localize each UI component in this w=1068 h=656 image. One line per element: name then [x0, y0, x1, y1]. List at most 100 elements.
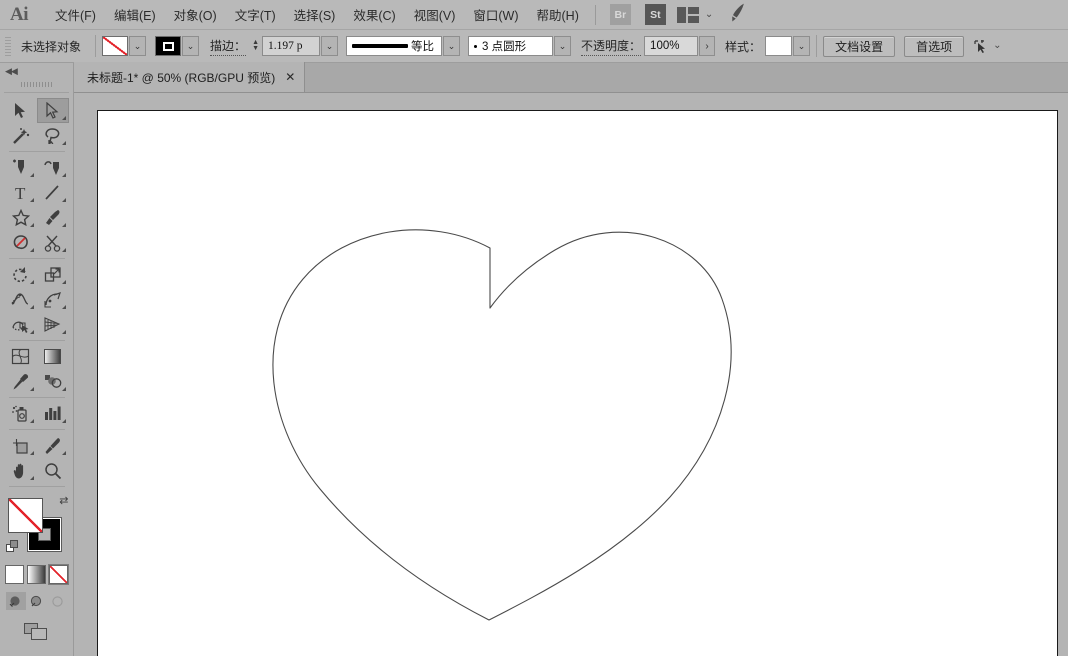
blend-tool[interactable] — [37, 369, 69, 394]
launch-icon[interactable] — [727, 2, 750, 26]
opacity-flyout-icon[interactable]: › — [699, 36, 716, 56]
color-mode-gradient[interactable] — [27, 565, 46, 584]
document-tab-title: 未标题-1* @ 50% (RGB/GPU 预览) — [87, 70, 276, 85]
cursor-menu-chevron-icon[interactable]: ⌄ — [993, 41, 1001, 51]
stroke-color-swatch[interactable] — [155, 36, 182, 56]
direct-selection-tool[interactable] — [36, 98, 69, 123]
selection-tool[interactable] — [5, 98, 37, 123]
stroke-weight-stepper[interactable]: ▲ ▼ — [249, 36, 262, 56]
width-tool[interactable] — [5, 287, 37, 312]
gradient-tool[interactable] — [37, 344, 69, 369]
symbol-sprayer-tool[interactable] — [5, 401, 37, 426]
illustrator-window: Ai 文件(F) 编辑(E) 对象(O) 文字(T) 选择(S) 效果(C) 视… — [0, 0, 1068, 656]
app-logo: Ai — [10, 3, 29, 25]
opacity-input[interactable]: 100% — [644, 36, 699, 56]
draw-normal-mode[interactable] — [5, 592, 26, 610]
profile-line-icon — [352, 44, 409, 48]
control-bar: 未选择对象 ⌄ ⌄ 描边： ▲ ▼ 1.197 p ⌄ 等比 ⌄ 3 点圆形 ⌄ … — [0, 30, 1068, 63]
stroke-dropdown-chevron-icon[interactable]: ⌄ — [182, 36, 200, 56]
perspective-grid-tool[interactable] — [37, 312, 69, 337]
menu-file[interactable]: 文件(F) — [46, 0, 105, 30]
type-tool[interactable]: T — [5, 180, 37, 205]
style-chevron-icon[interactable]: ⌄ — [793, 36, 811, 56]
color-mode-none[interactable] — [48, 564, 69, 585]
menu-type[interactable]: 文字(T) — [226, 0, 285, 30]
column-graph-tool[interactable] — [37, 401, 69, 426]
scale-tool[interactable] — [37, 262, 69, 287]
tool-grid: T — [0, 96, 73, 490]
fill-color-swatch[interactable] — [102, 36, 129, 56]
stroke-profile-chevron-icon[interactable]: ⌄ — [443, 36, 461, 56]
document-tab[interactable]: 未标题-1* @ 50% (RGB/GPU 预览) ✕ — [74, 62, 306, 92]
menu-help[interactable]: 帮助(H) — [528, 0, 588, 30]
lasso-tool[interactable] — [37, 123, 69, 148]
brush-definition-select[interactable]: 3 点圆形 — [468, 36, 554, 56]
stroke-weight-label[interactable]: 描边： — [210, 37, 247, 56]
artboard[interactable] — [97, 110, 1058, 656]
eyedropper-tool[interactable] — [5, 369, 37, 394]
brush-definition-label: 3 点圆形 — [482, 41, 527, 53]
magic-wand-tool[interactable] — [5, 123, 37, 148]
fill-dropdown-chevron-icon[interactable]: ⌄ — [129, 36, 147, 56]
shaper-tool[interactable] — [5, 230, 37, 255]
heart-path[interactable] — [98, 111, 1057, 656]
fill-stroke-control: ⇄ — [5, 496, 69, 556]
select-cursor-icon[interactable] — [973, 39, 988, 54]
color-mode-flat[interactable] — [5, 565, 24, 584]
style-label: 样式： — [725, 39, 762, 54]
draw-inside-mode[interactable] — [47, 592, 68, 610]
curvature-tool[interactable] — [37, 155, 69, 180]
collapse-panel-icon[interactable]: ◀◀ — [0, 63, 73, 79]
tools-panel: ◀◀ T ⇄ — [0, 63, 74, 656]
artboard-tool[interactable] — [5, 433, 37, 458]
paintbrush-tool[interactable] — [37, 205, 69, 230]
document-setup-button[interactable]: 文档设置 — [823, 35, 896, 57]
free-transform-tool[interactable] — [37, 287, 69, 312]
stroke-profile-select[interactable]: 等比 — [346, 36, 443, 56]
stroke-profile-label: 等比 — [411, 41, 435, 53]
pen-tool[interactable] — [5, 155, 37, 180]
menu-edit[interactable]: 编辑(E) — [105, 0, 165, 30]
scissors-tool[interactable] — [37, 230, 69, 255]
stroke-weight-chevron-icon[interactable]: ⌄ — [321, 36, 339, 56]
menu-select[interactable]: 选择(S) — [285, 0, 345, 30]
line-segment-tool[interactable] — [37, 180, 69, 205]
opacity-label[interactable]: 不透明度： — [581, 37, 642, 56]
fill-color-box[interactable] — [7, 498, 43, 533]
tools-divider-2 — [8, 258, 65, 259]
color-mode-bar — [0, 564, 73, 585]
control-bar-grip[interactable] — [3, 35, 13, 57]
close-icon[interactable]: ✕ — [285, 70, 295, 84]
arrange-documents-icon[interactable] — [676, 6, 699, 23]
shape-builder-tool[interactable] — [5, 312, 37, 337]
menu-object[interactable]: 对象(O) — [165, 0, 226, 30]
hand-tool[interactable] — [5, 458, 37, 483]
draw-behind-mode[interactable] — [26, 592, 47, 610]
graphic-style-swatch[interactable] — [765, 36, 793, 56]
svg-text:T: T — [15, 184, 26, 201]
tools-divider-1 — [8, 151, 65, 152]
preferences-button[interactable]: 首选项 — [904, 35, 965, 57]
shape-tool[interactable] — [5, 205, 37, 230]
menu-effect[interactable]: 效果(C) — [344, 0, 404, 30]
swap-fill-stroke-icon[interactable]: ⇄ — [59, 496, 68, 507]
cb-divider-2 — [816, 35, 818, 57]
tools-divider-4 — [8, 397, 65, 398]
stock-icon[interactable]: St — [644, 4, 666, 25]
slice-tool[interactable] — [37, 433, 69, 458]
rotate-tool[interactable] — [5, 262, 37, 287]
chevron-down-icon[interactable]: ⌄ — [705, 9, 713, 20]
menu-view[interactable]: 视图(V) — [405, 0, 465, 30]
zoom-tool[interactable] — [37, 458, 69, 483]
canvas-area[interactable] — [75, 93, 1068, 656]
tools-panel-grip[interactable] — [0, 79, 73, 89]
bridge-icon[interactable]: Br — [609, 4, 631, 25]
menu-window[interactable]: 窗口(W) — [464, 0, 527, 30]
brush-definition-chevron-icon[interactable]: ⌄ — [554, 36, 572, 56]
change-screen-mode-button[interactable] — [0, 623, 73, 641]
default-fill-stroke-icon[interactable] — [5, 540, 19, 553]
mesh-tool[interactable] — [5, 344, 37, 369]
stroke-weight-input[interactable]: 1.197 p — [262, 36, 321, 56]
selection-status-label: 未选择对象 — [21, 39, 82, 54]
tools-divider-0 — [4, 92, 69, 93]
